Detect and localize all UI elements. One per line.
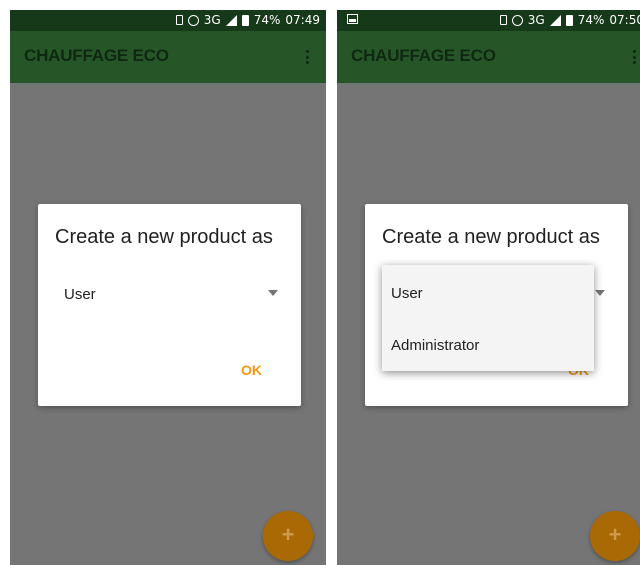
plus-icon: +: [608, 522, 622, 547]
battery-icon: [565, 14, 573, 26]
phone-screen-closed-dropdown: 3G 74% 07:49 CHAUFFAGE ECO Create a new …: [10, 10, 326, 565]
status-icons: 3G 74% 07:49: [175, 13, 320, 27]
dialog-title: Create a new product as: [55, 226, 273, 248]
plus-icon: +: [281, 522, 295, 547]
more-vert-icon[interactable]: [633, 50, 637, 64]
spinner-selected-value: User: [64, 286, 96, 303]
dropdown-arrow-icon: [268, 290, 278, 296]
role-dropdown-menu: User Administrator: [382, 265, 594, 371]
status-bar: 3G 74% 07:50: [337, 10, 640, 31]
ok-button[interactable]: OK: [241, 362, 262, 378]
network-label: 3G: [203, 13, 221, 27]
battery-level: 74%: [577, 13, 605, 27]
dropdown-option-administrator[interactable]: Administrator: [391, 337, 479, 354]
network-label: 3G: [527, 13, 545, 27]
role-spinner[interactable]: User: [55, 280, 284, 310]
status-bar: 3G 74% 07:49: [10, 10, 326, 31]
signal-icon: [225, 14, 237, 26]
add-product-fab[interactable]: +: [590, 511, 640, 561]
more-vert-icon[interactable]: [306, 50, 310, 64]
app-bar: CHAUFFAGE ECO: [337, 31, 640, 83]
dialog-title: Create a new product as: [382, 226, 600, 248]
battery-icon: [241, 14, 249, 26]
create-product-dialog: Create a new product as User OK: [38, 204, 301, 406]
dropdown-arrow-icon: [595, 290, 605, 296]
alarm-icon: [187, 14, 199, 26]
gallery-icon: [347, 14, 358, 24]
app-title: CHAUFFAGE ECO: [351, 46, 496, 65]
vibrate-icon: [175, 15, 183, 25]
dropdown-option-user[interactable]: User: [391, 285, 423, 302]
clock: 07:49: [285, 13, 320, 27]
add-product-fab[interactable]: +: [263, 511, 313, 561]
clock: 07:50: [609, 13, 640, 27]
app-bar: CHAUFFAGE ECO: [10, 31, 326, 83]
battery-level: 74%: [253, 13, 281, 27]
signal-icon: [549, 14, 561, 26]
app-title: CHAUFFAGE ECO: [24, 46, 169, 65]
alarm-icon: [511, 14, 523, 26]
vibrate-icon: [499, 15, 507, 25]
status-icons: 3G 74% 07:50: [499, 13, 640, 27]
phone-screen-open-dropdown: 3G 74% 07:50 CHAUFFAGE ECO Create a new …: [337, 10, 640, 565]
